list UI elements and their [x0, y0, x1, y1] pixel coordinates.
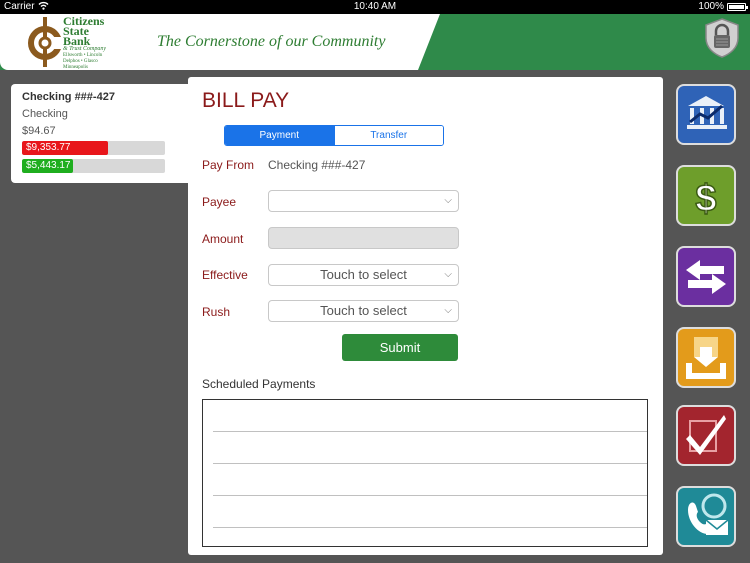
balance-bar-1: $9,353.77 — [22, 141, 165, 155]
nav-transfer-button[interactable] — [676, 246, 736, 307]
list-divider — [213, 431, 647, 432]
nav-approvals-button[interactable] — [676, 405, 736, 466]
tagline: The Cornerstone of our Community — [157, 33, 386, 50]
deposit-tray-icon — [686, 337, 726, 379]
bill-pay-panel: BILL PAY Payment Transfer Pay From Check… — [188, 77, 663, 555]
payee-label: Payee — [202, 195, 237, 209]
chevron-down-icon: ⌵ — [444, 305, 452, 316]
scheduled-payments-label: Scheduled Payments — [202, 377, 316, 391]
nav-accounts-button[interactable] — [676, 84, 736, 145]
chevron-down-icon: ⌵ — [444, 269, 452, 280]
svg-text:$: $ — [695, 178, 716, 220]
bank-name-3: Bank — [63, 34, 91, 48]
chevron-down-icon: ⌵ — [444, 195, 452, 206]
nav-contact-button[interactable] — [676, 486, 736, 547]
account-name: Checking ###-427 — [22, 91, 115, 103]
payee-select[interactable]: ⌵ — [268, 190, 459, 212]
bank-towns-3: Minneapolis — [63, 65, 88, 70]
effective-select[interactable]: Touch to select ⌵ — [268, 264, 459, 286]
contact-icon — [688, 493, 729, 535]
rush-select[interactable]: Touch to select ⌵ — [268, 300, 459, 322]
dollar-icon: $ — [695, 177, 718, 221]
rush-value: Touch to select — [320, 303, 407, 318]
submit-button[interactable]: Submit — [342, 334, 458, 361]
battery-icon — [727, 3, 748, 11]
pay-from-label: Pay From — [202, 158, 255, 172]
effective-label: Effective — [202, 268, 248, 282]
list-divider — [213, 463, 647, 464]
list-divider — [213, 495, 647, 496]
balance-bar-1-label: $9,353.77 — [26, 142, 71, 153]
nav-billpay-button[interactable]: $ — [676, 165, 736, 226]
status-bar: Carrier 10:40 AM 100% — [0, 0, 750, 14]
bank-logo-text: Citizens State Bank & Trust Company Ells… — [63, 15, 107, 70]
page-title: BILL PAY — [202, 89, 290, 112]
header-logo-area: Citizens State Bank & Trust Company Ells… — [0, 14, 440, 70]
tab-transfer[interactable]: Transfer — [333, 126, 443, 145]
effective-value: Touch to select — [320, 267, 407, 282]
checkmark-icon — [686, 415, 726, 455]
clock: 10:40 AM — [353, 1, 397, 12]
nav-deposit-button[interactable] — [676, 327, 736, 388]
battery-percent: 100% — [698, 1, 724, 12]
bank-chart-icon — [687, 96, 727, 129]
scheduled-payments-list[interactable] — [202, 399, 648, 547]
account-card[interactable]: Checking ###-427 Checking $94.67 $9,353.… — [11, 84, 189, 183]
account-balance: $94.67 — [22, 125, 56, 137]
tab-payment[interactable]: Payment — [225, 126, 334, 145]
bank-logo-icon — [28, 17, 62, 67]
app-header: Citizens State Bank & Trust Company Ells… — [0, 14, 750, 70]
amount-label: Amount — [202, 232, 244, 246]
account-type: Checking — [22, 108, 68, 120]
list-divider — [213, 527, 647, 528]
amount-field[interactable] — [268, 227, 459, 249]
segmented-control: Payment Transfer — [224, 125, 444, 146]
pay-from-value: Checking ###-427 — [268, 158, 366, 172]
bank-subtitle: & Trust Company — [63, 46, 107, 52]
transfer-arrows-icon — [686, 260, 726, 294]
lock-icon[interactable] — [704, 18, 740, 58]
balance-bar-2-label: $5,443.17 — [26, 160, 71, 171]
rush-label: Rush — [202, 305, 231, 319]
balance-bar-2: $5,443.17 — [22, 159, 165, 173]
